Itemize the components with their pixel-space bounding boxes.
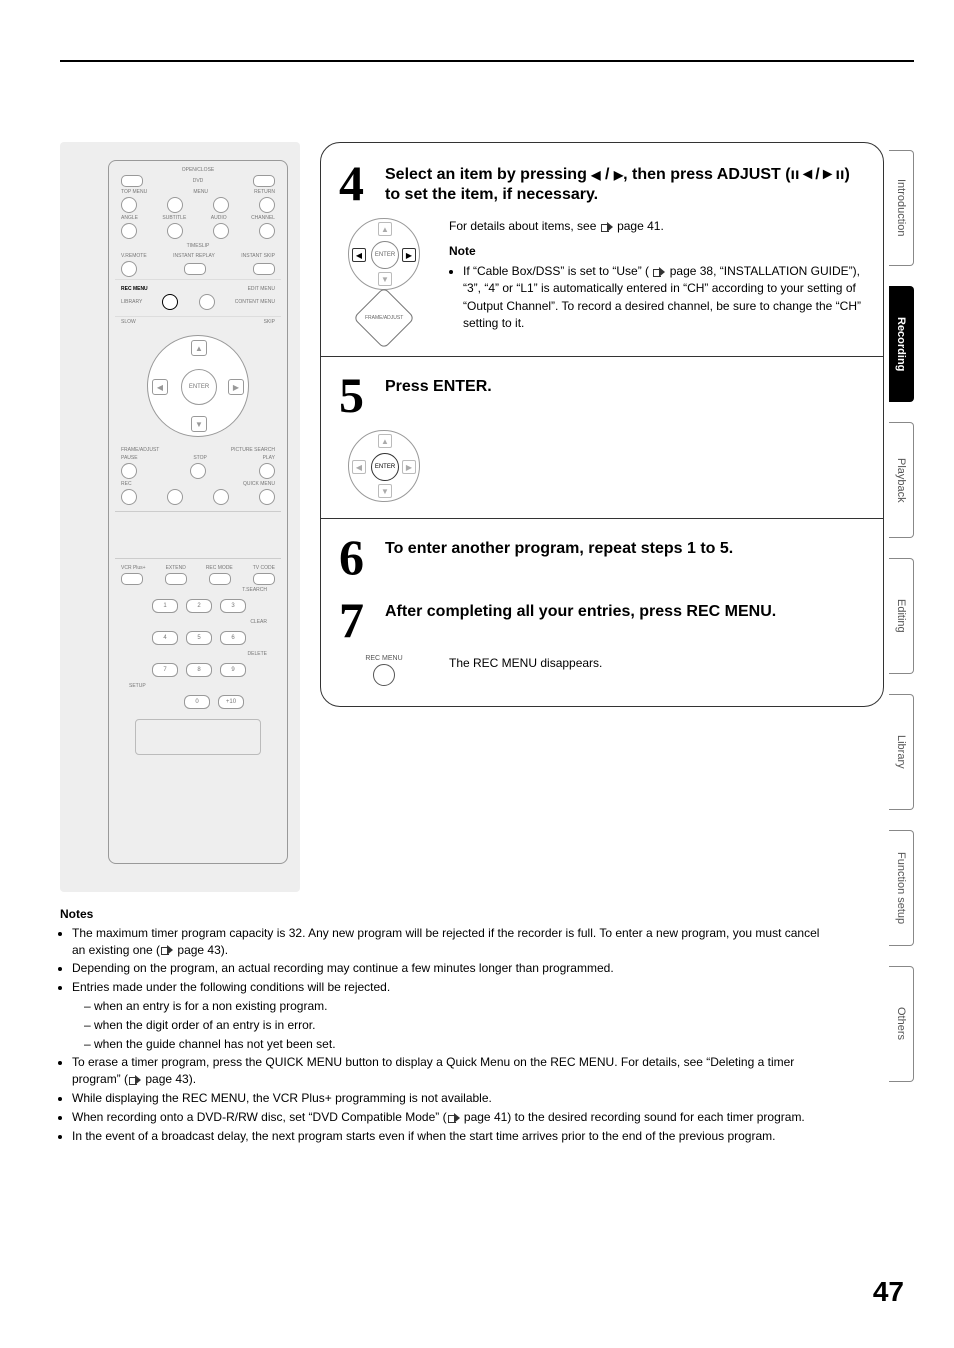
step7-illustration: REC MENU bbox=[339, 655, 429, 686]
note-item: The maximum timer program capacity is 32… bbox=[72, 925, 834, 959]
note-item: Entries made under the following conditi… bbox=[72, 979, 834, 1052]
step4-illustration: ENTER ▲▼ ◀▶ FRAME/ADJUST bbox=[339, 218, 429, 340]
step-number: 4 bbox=[339, 161, 375, 206]
note-subitem: when an entry is for a non existing prog… bbox=[84, 998, 834, 1015]
step-number: 5 bbox=[339, 373, 375, 418]
tab-others[interactable]: Others bbox=[889, 966, 914, 1082]
notes-section: Notes The maximum timer program capacity… bbox=[60, 906, 914, 1144]
page-number: 47 bbox=[873, 1276, 904, 1308]
page-ref-icon bbox=[448, 1113, 460, 1123]
page-ref-icon bbox=[129, 1075, 141, 1085]
step-title: After completing all your entries, press… bbox=[385, 602, 776, 622]
note-item: To erase a timer program, press the QUIC… bbox=[72, 1054, 834, 1088]
page-ref-icon bbox=[653, 267, 665, 277]
page-ref-icon bbox=[601, 222, 613, 232]
note-subitem: when the digit order of an entry is in e… bbox=[84, 1017, 834, 1034]
step-title: Select an item by pressing / , then pres… bbox=[385, 165, 865, 205]
page-ref-icon bbox=[161, 945, 173, 955]
step-7: 7 After completing all your entries, pre… bbox=[339, 598, 865, 643]
note-item: When recording onto a DVD-R/RW disc, set… bbox=[72, 1109, 834, 1126]
step-number: 7 bbox=[339, 598, 375, 643]
step-6: 6 To enter another program, repeat steps… bbox=[339, 535, 865, 580]
step-title: Press ENTER. bbox=[385, 377, 492, 397]
note-item: In the event of a broadcast delay, the n… bbox=[72, 1128, 834, 1145]
steps-card: 4 Select an item by pressing / , then pr… bbox=[320, 142, 884, 707]
step-5: 5 Press ENTER. bbox=[339, 373, 865, 418]
note-item: While displaying the REC MENU, the VCR P… bbox=[72, 1090, 834, 1107]
remote-dpad: ENTER ▲ ▼ ◀ ▶ bbox=[147, 335, 249, 437]
step-number: 6 bbox=[339, 535, 375, 580]
step-title: To enter another program, repeat steps 1… bbox=[385, 539, 733, 559]
step5-illustration: ENTER ▲▼ ◀▶ bbox=[339, 430, 429, 502]
note-subitem: when the guide channel has not yet been … bbox=[84, 1036, 834, 1053]
remote-illustration: OPEN/CLOSE DVD TOP MENUMENURETURN ANGLES… bbox=[60, 142, 300, 892]
step-4: 4 Select an item by pressing / , then pr… bbox=[339, 161, 865, 206]
note-item: Depending on the program, an actual reco… bbox=[72, 960, 834, 977]
